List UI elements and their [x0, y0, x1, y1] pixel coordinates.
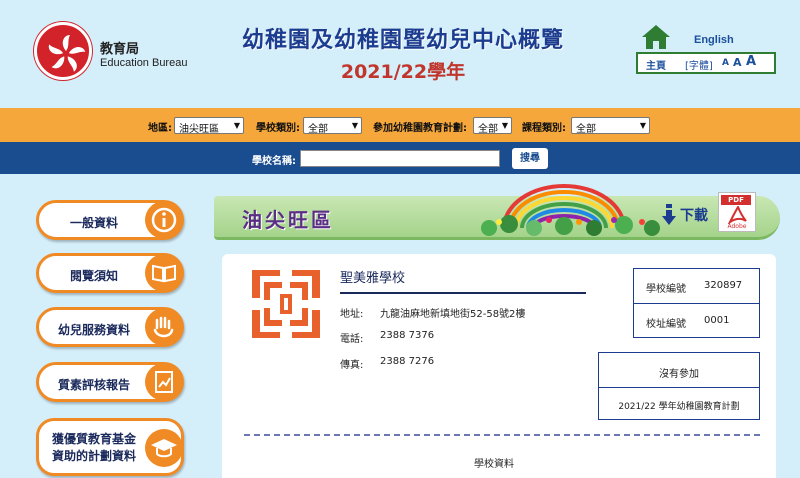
- school-code-box: 學校編號 320897 校址編號 0001: [633, 268, 760, 338]
- fax-value: 2388 7276: [380, 356, 435, 367]
- font-large-button[interactable]: A: [746, 54, 756, 69]
- download-arrow-icon[interactable]: [662, 204, 676, 226]
- sidebar-item-label: 質素評核報告: [57, 378, 130, 392]
- address-label: 地址:: [340, 309, 364, 320]
- edb-emblem-logo[interactable]: [34, 22, 92, 80]
- school-logo: [252, 270, 320, 338]
- sidebar-item-label: 閱覽須知: [69, 269, 118, 283]
- site-no-label: 校址編號: [646, 319, 686, 330]
- school-type-select-value: 全部: [308, 124, 328, 135]
- school-name-divider: [340, 292, 586, 294]
- sidebar-item-reading-notes[interactable]: 閱覽須知: [36, 253, 184, 293]
- sidebar-item-label: 幼兒服務資料: [57, 323, 130, 337]
- home-link[interactable]: 主頁: [646, 57, 666, 72]
- section-divider: [244, 434, 760, 436]
- report-icon: [145, 363, 183, 401]
- bureau-name-zh: 教育局: [100, 42, 140, 57]
- kg-scheme-box: 沒有參加 2021/22 學年幼稚園教育計劃: [598, 352, 760, 420]
- font-medium-button[interactable]: A: [733, 56, 742, 69]
- flowers-illustration: [481, 215, 660, 236]
- code-box-divider: [634, 303, 759, 304]
- school-type-select[interactable]: 全部 ▼: [303, 117, 362, 135]
- school-type-label: 學校類別:: [256, 123, 300, 134]
- school-info-section-title: 學校資料: [474, 459, 514, 470]
- adobe-icon: [728, 206, 747, 224]
- sidebar-item-label: 一般資料: [69, 216, 118, 230]
- chevron-down-icon: ▼: [639, 121, 646, 130]
- bureau-name-en: Education Bureau: [100, 57, 188, 69]
- book-icon: [145, 254, 183, 292]
- phone-label: 電話:: [340, 334, 364, 345]
- chevron-down-icon: ▼: [501, 121, 508, 130]
- sidebar-item-childcare-info[interactable]: 幼兒服務資料: [36, 307, 184, 347]
- scheme-select[interactable]: 全部 ▼: [473, 117, 512, 135]
- kg-box-divider: [599, 387, 759, 388]
- pdf-download-icon[interactable]: PDF Adobe: [718, 192, 756, 232]
- sidebar-item-label-line2: 資助的計劃資料: [51, 449, 136, 463]
- info-icon: [145, 201, 183, 239]
- hand-icon: [145, 308, 183, 346]
- font-small-button[interactable]: A: [722, 58, 729, 68]
- search-button[interactable]: 搜尋: [512, 148, 548, 169]
- english-link[interactable]: English: [694, 34, 734, 46]
- page-header: 教育局 Education Bureau 幼稚園及幼稚園暨幼兒中心概覽 2021…: [0, 0, 800, 108]
- search-bar: 學校名稱: 搜尋: [0, 142, 800, 174]
- adobe-label: Adobe: [727, 223, 747, 230]
- school-name-search-input[interactable]: [300, 150, 500, 167]
- curriculum-select-value: 全部: [576, 124, 596, 135]
- address-value: 九龍油麻地新填地街52-58號2樓: [380, 309, 526, 320]
- district-label: 地區:: [148, 123, 172, 134]
- site-no-value: 0001: [704, 315, 730, 326]
- filter-bar: 地區: 油尖旺區 ▼ 學校類別: 全部 ▼ 參加幼稚園教育計劃: 全部 ▼ 課程…: [0, 108, 800, 142]
- pdf-label: PDF: [721, 195, 751, 205]
- scheme-select-value: 全部: [478, 124, 498, 135]
- scheme-status: 沒有參加: [659, 369, 699, 380]
- fax-label: 傳真:: [340, 360, 364, 371]
- school-name: 聖美雅學校: [340, 271, 406, 286]
- district-select[interactable]: 油尖旺區 ▼: [174, 117, 244, 135]
- chevron-down-icon: ▼: [233, 121, 240, 130]
- home-icon[interactable]: [641, 24, 671, 50]
- download-link[interactable]: 下載: [680, 205, 708, 225]
- page-title: 幼稚園及幼稚園暨幼兒中心概覽: [241, 28, 564, 53]
- school-name-search-label: 學校名稱:: [252, 156, 296, 167]
- graduation-cap-icon: [145, 429, 183, 467]
- bauhinia-icon: [48, 35, 86, 72]
- page-subtitle: 2021/22學年: [340, 61, 466, 83]
- sidebar-item-general-info[interactable]: 一般資料: [36, 200, 184, 240]
- font-size-link[interactable]: [字體]: [685, 57, 713, 72]
- school-no-label: 學校編號: [646, 284, 686, 295]
- sidebar-item-qef-projects[interactable]: 獲優質教育基金 資助的計劃資料: [36, 418, 184, 476]
- sidebar-item-label: 獲優質教育基金 資助的計劃資料: [39, 431, 149, 465]
- curriculum-select[interactable]: 全部 ▼: [571, 117, 650, 135]
- sidebar-item-label-line1: 獲優質教育基金: [51, 432, 136, 446]
- district-select-value: 油尖旺區: [179, 124, 219, 135]
- sidebar-item-quality-report[interactable]: 質素評核報告: [36, 362, 184, 402]
- scheme-name: 2021/22 學年幼稚園教育計劃: [618, 402, 740, 412]
- header-nav-box: 主頁 [字體] A A A: [636, 52, 776, 74]
- chevron-down-icon: ▼: [351, 121, 358, 130]
- district-banner-title: 油尖旺區: [242, 208, 334, 232]
- phone-value: 2388 7376: [380, 330, 435, 341]
- curriculum-label: 課程類別:: [522, 123, 566, 134]
- school-no-value: 320897: [704, 280, 743, 291]
- scheme-label: 參加幼稚園教育計劃:: [373, 123, 467, 134]
